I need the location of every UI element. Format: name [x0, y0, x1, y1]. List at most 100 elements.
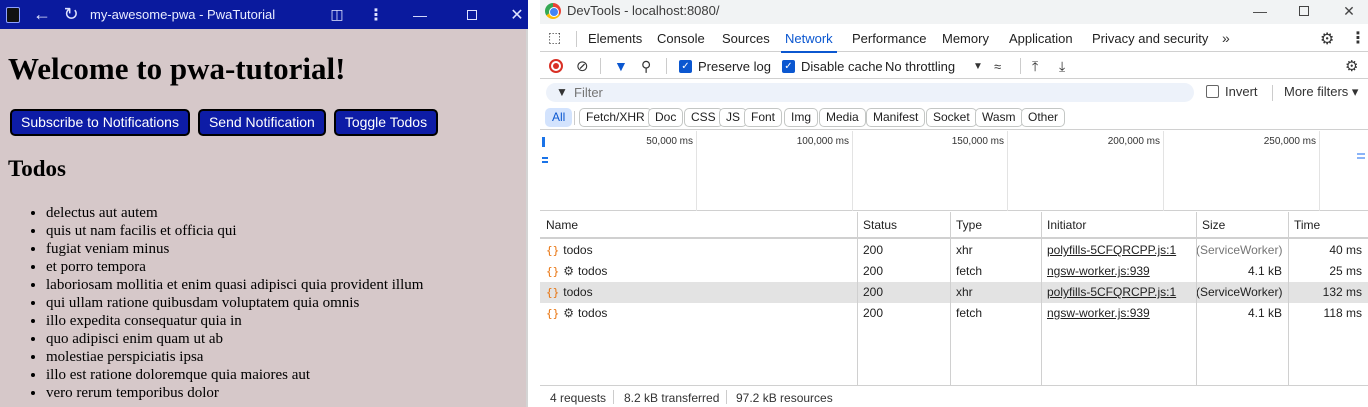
back-arrow-icon[interactable]: ←: [30, 0, 54, 29]
type-filter-js[interactable]: JS: [719, 108, 748, 127]
overview-tick-label: 150,000 ms: [951, 136, 1004, 147]
network-settings-gear-icon[interactable]: ⚙: [1345, 53, 1358, 79]
type-filter-media[interactable]: Media: [819, 108, 866, 127]
type-filter-all[interactable]: All: [545, 108, 573, 127]
column-divider[interactable]: [1041, 212, 1042, 385]
scroll-down-icon[interactable]: ▼: [526, 393, 528, 405]
type-filter-img[interactable]: Img: [784, 108, 819, 127]
pwa-window-title: my-awesome-pwa - PwaTutorial: [90, 7, 276, 22]
initiator-link[interactable]: ngsw-worker.js:939: [1047, 264, 1150, 278]
record-icon[interactable]: [549, 53, 565, 79]
column-divider[interactable]: [1196, 212, 1197, 385]
column-header-type[interactable]: Type: [950, 212, 1041, 238]
tab-application[interactable]: Application: [1009, 26, 1073, 52]
column-header-initiator[interactable]: Initiator: [1041, 212, 1196, 238]
type-filter-css[interactable]: CSS: [684, 108, 723, 127]
tab-performance[interactable]: Performance: [852, 26, 926, 52]
search-icon[interactable]: ⚲: [641, 53, 651, 79]
network-overview-timeline[interactable]: 50,000 ms 100,000 ms 150,000 ms 200,000 …: [540, 131, 1368, 211]
divider: [600, 58, 601, 74]
filter-box[interactable]: ▼: [546, 83, 1194, 102]
tab-elements[interactable]: Elements: [588, 26, 642, 52]
type-filter-doc[interactable]: Doc: [648, 108, 684, 127]
minimize-icon[interactable]: —: [1248, 0, 1272, 24]
request-initiator-cell: polyfills-5CFQRCPP.js:1: [1041, 240, 1196, 261]
dropdown-caret-icon[interactable]: ▼: [973, 53, 983, 79]
more-tabs-icon[interactable]: »: [1222, 26, 1230, 52]
kebab-menu-icon[interactable]: ⋮: [1350, 28, 1366, 48]
overview-gridline: [1319, 131, 1320, 211]
kebab-menu-icon[interactable]: ⋮: [366, 0, 386, 29]
column-header-status[interactable]: Status: [857, 212, 950, 238]
tab-sources[interactable]: Sources: [722, 26, 770, 52]
maximize-icon[interactable]: [462, 0, 482, 29]
initiator-link[interactable]: ngsw-worker.js:939: [1047, 306, 1150, 320]
clear-icon[interactable]: ⊘: [576, 53, 589, 79]
close-icon[interactable]: ✕: [1337, 0, 1361, 24]
close-icon[interactable]: ✕: [506, 0, 528, 29]
export-har-icon[interactable]: ⤓: [1059, 53, 1065, 79]
column-header-size[interactable]: Size: [1196, 212, 1288, 238]
invert-checkbox[interactable]: Invert: [1206, 84, 1258, 99]
disable-cache-checkbox[interactable]: ✓ Disable cache: [782, 53, 883, 79]
table-row[interactable]: {} ⚙ todos 200 fetch ngsw-worker.js:939 4.…: [540, 303, 1368, 324]
tab-network[interactable]: Network: [781, 26, 837, 53]
column-divider[interactable]: [950, 212, 951, 385]
type-filter-font[interactable]: Font: [744, 108, 783, 127]
checkbox-unchecked-icon[interactable]: [1206, 85, 1219, 98]
settings-gear-icon[interactable]: ⚙: [1320, 29, 1334, 49]
filter-funnel-icon[interactable]: ▼: [614, 53, 628, 79]
type-filter-wasm[interactable]: Wasm: [975, 108, 1023, 127]
type-filter-fetch-xhr[interactable]: Fetch/XHR: [579, 108, 652, 127]
preserve-log-checkbox[interactable]: ✓ Preserve log: [679, 53, 771, 79]
overview-gridline: [696, 131, 697, 211]
scroll-up-icon[interactable]: ▲: [526, 31, 528, 43]
more-filters-label: More filters: [1284, 84, 1349, 99]
app-icon: [4, 0, 22, 29]
throttling-select[interactable]: No throttling: [885, 53, 955, 79]
column-divider[interactable]: [857, 212, 858, 385]
table-row[interactable]: {} ⚙ todos 200 fetch ngsw-worker.js:939 4.…: [540, 261, 1368, 282]
overview-tick-label: 100,000 ms: [796, 136, 849, 147]
table-row[interactable]: {} todos 200 xhr polyfills-5CFQRCPP.js:1 …: [540, 240, 1368, 261]
request-name-cell: {} todos: [540, 240, 857, 261]
column-divider[interactable]: [1288, 212, 1289, 385]
toggle-todos-button[interactable]: Toggle Todos: [333, 109, 439, 136]
maximize-icon[interactable]: [1292, 0, 1316, 24]
overview-tick-label: 200,000 ms: [1107, 136, 1160, 147]
vertical-scrollbar[interactable]: ▲ ▼: [526, 29, 528, 407]
import-har-icon[interactable]: ⤒: [1032, 53, 1038, 79]
column-header-name[interactable]: Name: [540, 212, 857, 238]
more-filters-dropdown[interactable]: More filters ▾: [1284, 84, 1358, 100]
send-notification-button[interactable]: Send Notification: [197, 109, 326, 136]
network-conditions-icon[interactable]: ≈: [994, 53, 1001, 79]
todos-heading: Todos: [8, 156, 66, 181]
checkbox-checked-icon[interactable]: ✓: [679, 59, 692, 73]
request-name: todos: [563, 285, 593, 299]
reload-icon[interactable]: ↻: [60, 0, 82, 29]
initiator-link[interactable]: polyfills-5CFQRCPP.js:1: [1047, 243, 1176, 257]
filter-row: ▼ Invert More filters ▾: [540, 80, 1368, 105]
filter-input[interactable]: [574, 83, 1174, 102]
minimize-icon[interactable]: —: [410, 0, 430, 29]
tab-console[interactable]: Console: [657, 26, 705, 52]
request-time: 25 ms: [1329, 264, 1362, 278]
devtools-window: DevTools - localhost:8080/ — ✕ ⬚ Element…: [540, 0, 1368, 407]
checkbox-checked-icon[interactable]: ✓: [782, 59, 795, 73]
table-row-selected[interactable]: {} todos 200 xhr polyfills-5CFQRCPP.js:1 …: [540, 282, 1368, 303]
request-name: todos: [578, 264, 608, 278]
type-filter-manifest[interactable]: Manifest: [866, 108, 926, 127]
request-name-cell: {} todos: [540, 282, 857, 303]
request-size: 4.1 kB: [1247, 264, 1282, 278]
column-header-time[interactable]: Time: [1288, 212, 1368, 238]
type-filter-socket[interactable]: Socket: [926, 108, 977, 127]
type-filter-other[interactable]: Other: [1021, 108, 1066, 127]
tab-memory[interactable]: Memory: [942, 26, 989, 52]
inspect-element-icon[interactable]: ⬚: [548, 29, 566, 47]
tab-privacy-and-security[interactable]: Privacy and security: [1092, 26, 1208, 52]
subscribe-button[interactable]: Subscribe to Notifications: [10, 109, 190, 136]
request-count: 4 requests: [550, 391, 607, 405]
extensions-icon[interactable]: ◫: [326, 0, 348, 29]
initiator-link[interactable]: polyfills-5CFQRCPP.js:1: [1047, 285, 1176, 299]
request-name-cell: {} ⚙ todos: [540, 303, 857, 324]
